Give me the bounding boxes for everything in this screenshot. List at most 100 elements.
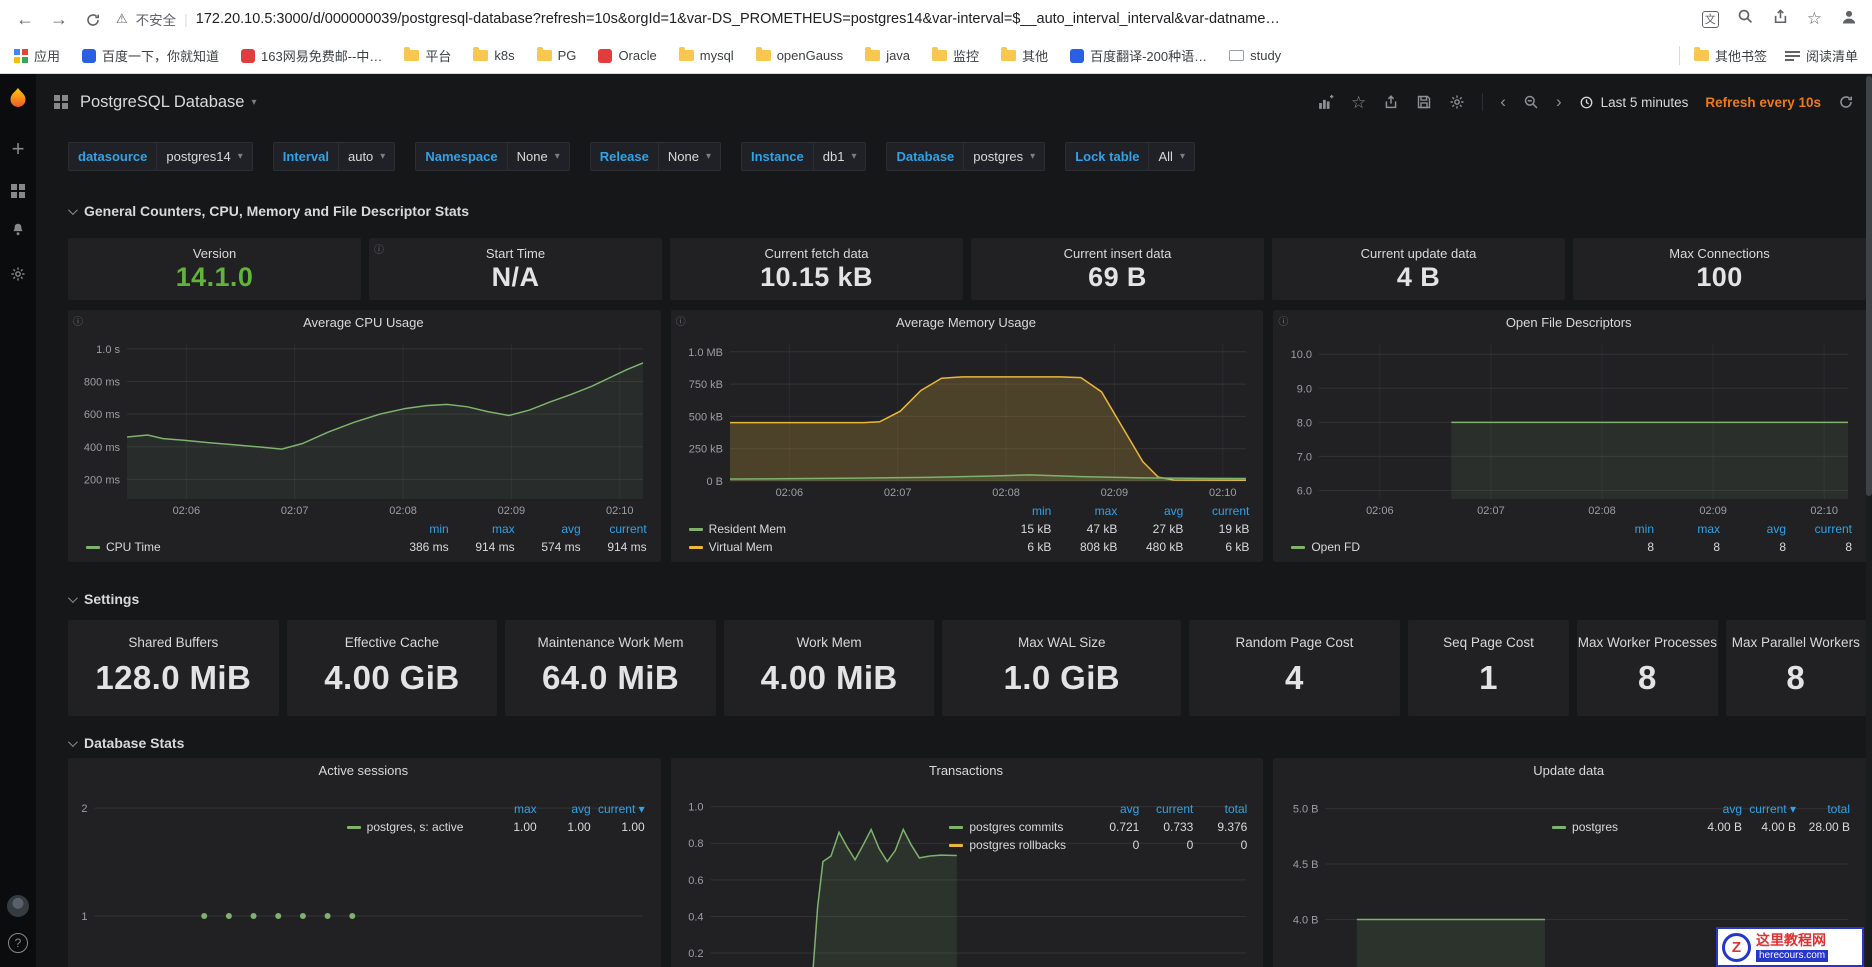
legend-series-name[interactable]: postgres commits [949, 820, 1085, 834]
bookmark-item[interactable]: 阅读清单 [1784, 46, 1858, 65]
stat-panel-title[interactable]: Random Page Cost [1236, 635, 1354, 650]
legend-series-name[interactable]: CPU Time [86, 540, 383, 554]
alerting-bell-icon[interactable] [10, 222, 26, 242]
search-icon[interactable] [1737, 8, 1754, 30]
section-general-counters[interactable]: General Counters, CPU, Memory and File D… [67, 198, 1866, 224]
panel-info-icon[interactable]: ⓘ [374, 241, 384, 256]
forward-icon[interactable]: → [48, 10, 70, 28]
legend-column-header[interactable]: avg [1688, 802, 1742, 816]
address-bar[interactable]: ⚠ 不安全 | 172.20.10.5:3000/d/000000039/pos… [116, 9, 1690, 29]
bookmark-star-icon[interactable]: ☆ [1807, 9, 1822, 29]
save-icon[interactable] [1416, 94, 1432, 110]
graph-panel-title[interactable]: Average CPU Usage [74, 315, 653, 336]
legend-column-header[interactable]: avg [1117, 504, 1183, 518]
share-icon[interactable] [1383, 94, 1399, 110]
user-avatar[interactable] [7, 895, 29, 917]
stat-panel-title[interactable]: Effective Cache [345, 635, 439, 650]
time-back-icon[interactable]: ‹ [1500, 92, 1506, 112]
profile-icon[interactable] [1840, 8, 1858, 31]
legend-column-header[interactable]: current [1183, 504, 1249, 518]
graph-panel-title[interactable]: Active sessions [74, 763, 653, 784]
back-icon[interactable]: ← [14, 10, 36, 28]
legend-series-name[interactable]: postgres rollbacks [949, 838, 1085, 852]
legend-column-header[interactable]: max [483, 802, 537, 816]
share-icon[interactable] [1772, 8, 1789, 30]
legend-column-header[interactable]: min [1588, 522, 1654, 536]
time-forward-icon[interactable]: › [1556, 92, 1562, 112]
legend-column-header[interactable]: total [1193, 802, 1248, 816]
legend-column-header[interactable]: avg [1085, 802, 1139, 816]
legend-column-header[interactable]: avg [515, 522, 580, 536]
star-icon[interactable]: ☆ [1351, 94, 1366, 111]
panel-info-icon[interactable]: ⓘ [676, 313, 686, 328]
legend-series-name[interactable]: Resident Mem [688, 522, 986, 536]
bookmark-item[interactable]: PG [536, 47, 576, 63]
dashboard-title[interactable]: PostgreSQL Database ▾ [80, 93, 257, 112]
legend-column-header[interactable]: current ▾ [591, 802, 645, 816]
refresh-interval-label[interactable]: Refresh every 10s [1705, 95, 1821, 110]
warning-icon[interactable]: ⚠ [116, 11, 128, 27]
legend-column-header[interactable]: total [1796, 802, 1850, 816]
help-icon[interactable]: ? [8, 933, 28, 953]
section-settings[interactable]: Settings [67, 586, 1866, 612]
bookmark-item[interactable]: 163网易免费邮--中… [241, 46, 382, 65]
graph-panel-title[interactable]: Update data [1279, 763, 1858, 784]
legend-column-header[interactable]: current [1786, 522, 1852, 536]
stat-panel-title[interactable]: Max WAL Size [1018, 635, 1106, 650]
variable-value-dropdown[interactable]: postgres ▾ [963, 141, 1046, 171]
stat-panel-title[interactable]: Start Time [486, 246, 545, 261]
variable-value-dropdown[interactable]: auto ▾ [337, 141, 396, 171]
reload-icon[interactable] [82, 10, 104, 28]
bookmark-item[interactable]: k8s [473, 47, 515, 63]
legend-column-header[interactable]: current [581, 522, 646, 536]
scrollbar-thumb[interactable] [1866, 76, 1872, 496]
stat-panel-title[interactable]: Max Parallel Workers [1732, 635, 1860, 650]
panel-info-icon[interactable]: ⓘ [1278, 313, 1288, 328]
panel-info-icon[interactable]: ⓘ [73, 313, 83, 328]
legend-column-header[interactable]: max [1051, 504, 1118, 518]
variable-value-dropdown[interactable]: db1 ▾ [812, 141, 867, 171]
page-scrollbar[interactable] [1866, 74, 1872, 967]
section-database-stats[interactable]: Database Stats [67, 730, 1866, 756]
chart-canvas[interactable]: 200 ms 400 ms 600 ms 800 ms 1.0 s 02:06 02:07 0… [74, 336, 653, 519]
bookmark-item[interactable]: 监控 [932, 46, 979, 65]
zoom-out-icon[interactable] [1523, 94, 1539, 110]
legend-series-name[interactable]: Open FD [1291, 540, 1588, 554]
graph-panel-title[interactable]: Open File Descriptors [1279, 315, 1858, 336]
url-text[interactable]: 172.20.10.5:3000/d/000000039/postgresql-… [196, 11, 1280, 27]
bookmark-item[interactable]: 百度一下，你就知道 [82, 46, 219, 65]
stat-panel-title[interactable]: Current update data [1361, 246, 1477, 261]
variable-value-dropdown[interactable]: All ▾ [1148, 141, 1195, 171]
stat-panel-title[interactable]: Current fetch data [764, 246, 868, 261]
time-range-picker[interactable]: Last 5 minutes [1579, 95, 1688, 110]
legend-column-header[interactable]: avg [1720, 522, 1786, 536]
legend-column-header[interactable]: max [1654, 522, 1720, 536]
bookmark-item[interactable]: study [1229, 48, 1281, 63]
legend-column-header[interactable]: current ▾ [1742, 802, 1796, 816]
legend-column-header[interactable]: max [449, 522, 515, 536]
bookmark-item[interactable]: openGauss [755, 47, 843, 63]
bookmark-item[interactable]: mysql [678, 47, 734, 63]
stat-panel-title[interactable]: Max Connections [1669, 246, 1769, 261]
stat-panel-title[interactable]: Current insert data [1064, 246, 1172, 261]
translate-icon[interactable]: 文 [1701, 10, 1719, 28]
legend-series-name[interactable]: Virtual Mem [688, 540, 986, 554]
legend-series-name[interactable]: postgres, s: active [346, 820, 483, 834]
add-panel-icon[interactable] [1317, 94, 1334, 111]
variable-value-dropdown[interactable]: None ▾ [657, 141, 721, 171]
security-label[interactable]: 不安全 [136, 9, 177, 29]
variable-value-dropdown[interactable]: None ▾ [506, 141, 570, 171]
bookmark-item[interactable]: java [865, 47, 910, 63]
chart-canvas[interactable]: 0 B 250 kB 500 kB 750 kB 1.0 MB 02:06 02:07 02:… [677, 336, 1256, 501]
legend-series-name[interactable]: postgres [1552, 820, 1688, 834]
refresh-icon[interactable] [1838, 94, 1854, 110]
bookmark-item[interactable]: 其他 [1001, 46, 1048, 65]
graph-panel-title[interactable]: Average Memory Usage [677, 315, 1256, 336]
legend-column-header[interactable]: min [985, 504, 1051, 518]
graph-panel-title[interactable]: Transactions [677, 763, 1256, 784]
bookmark-item[interactable]: 其他书签 [1693, 46, 1767, 65]
stat-panel-title[interactable]: Shared Buffers [128, 635, 218, 650]
settings-gear-icon[interactable] [1449, 94, 1465, 110]
variable-value-dropdown[interactable]: postgres14 ▾ [156, 141, 253, 171]
configuration-gear-icon[interactable] [10, 266, 26, 286]
